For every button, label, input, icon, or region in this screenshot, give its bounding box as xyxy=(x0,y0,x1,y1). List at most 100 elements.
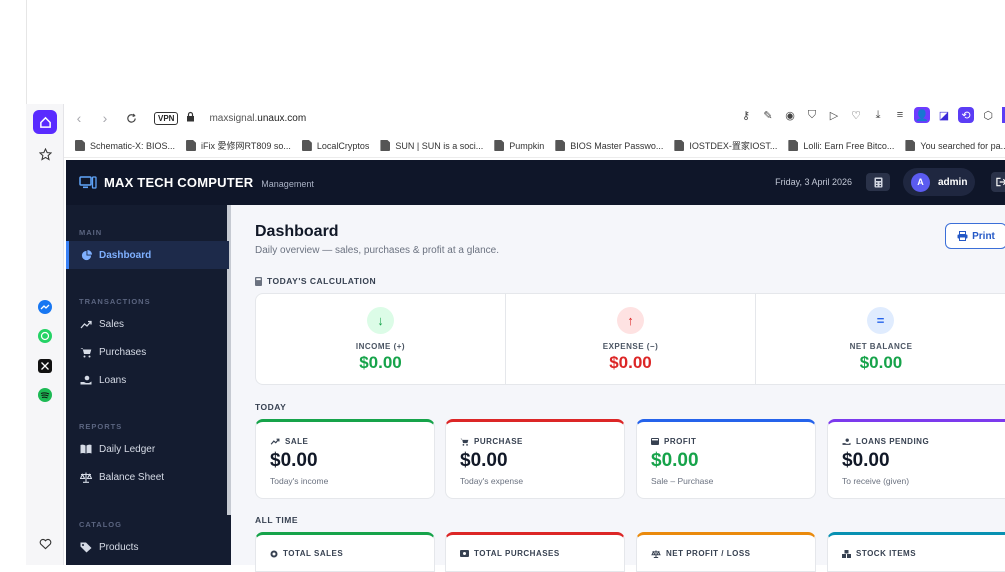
sidebar-item-label: Products xyxy=(99,542,138,553)
bookmark-favicon-icon xyxy=(555,140,565,151)
back-icon[interactable]: ‹ xyxy=(68,107,90,129)
sidebar-item-label: Sales xyxy=(99,319,124,330)
whatsapp-icon[interactable] xyxy=(33,324,57,348)
reload-icon[interactable] xyxy=(120,107,142,129)
card-title: STOCK ITEMS xyxy=(856,549,916,558)
card-title: LOANS PENDING xyxy=(856,437,929,446)
card-header: SALE xyxy=(270,437,308,446)
tag-icon xyxy=(80,541,92,553)
bookmark-item[interactable]: SUN | SUN is a soci... xyxy=(380,140,483,151)
card-header: STOCK ITEMS xyxy=(842,549,916,558)
card-title: TOTAL PURCHASES xyxy=(474,549,560,558)
profile-icon[interactable]: 👤 xyxy=(914,107,930,123)
calculator-button[interactable] xyxy=(866,173,890,191)
lock-icon[interactable] xyxy=(186,109,195,127)
download-icon[interactable]: ⤓ xyxy=(870,107,886,123)
sidebar-item-products[interactable]: Products xyxy=(66,533,229,561)
sidebar-item-loans[interactable]: Loans xyxy=(66,366,229,394)
card-title: PURCHASE xyxy=(474,437,523,446)
pie-chart-icon xyxy=(80,249,92,261)
calc-net-balance: = NET BALANCE $0.00 xyxy=(756,294,1005,384)
card-header: PURCHASE xyxy=(460,437,523,446)
bookmark-favicon-icon xyxy=(494,140,504,151)
card-profit[interactable]: PROFIT $0.00 Sale – Purchase xyxy=(636,419,816,499)
sidebar-item-daily-ledger[interactable]: Daily Ledger xyxy=(66,435,229,463)
card-sale[interactable]: SALE $0.00 Today's income xyxy=(255,419,435,499)
messenger-icon[interactable] xyxy=(33,295,57,319)
card-header: NET PROFIT / LOSS xyxy=(651,549,751,558)
page-title: Dashboard xyxy=(255,223,339,241)
sidebar-item-label: Purchases xyxy=(99,347,146,358)
card-stock-items[interactable]: STOCK ITEMS xyxy=(827,532,1005,572)
card-total-sales[interactable]: TOTAL SALES xyxy=(255,532,435,572)
card-value: $0.00 xyxy=(270,450,318,472)
section-transactions: TRANSACTIONS xyxy=(79,297,151,306)
equals-icon: = xyxy=(867,307,894,334)
print-label: Print xyxy=(972,231,995,242)
heart-icon[interactable] xyxy=(33,532,57,556)
sidebar-item-label: Dashboard xyxy=(99,250,151,261)
coins-icon xyxy=(270,550,278,558)
heart-outline-icon[interactable]: ♡ xyxy=(848,107,864,123)
card-total-purchases[interactable]: TOTAL PURCHASES xyxy=(445,532,625,572)
bookmark-item[interactable]: Schematic-X: BIOS... xyxy=(75,140,175,151)
extension-icon[interactable]: ◪ xyxy=(936,107,952,123)
sidebar-item-dashboard[interactable]: Dashboard xyxy=(66,241,229,269)
shield-icon[interactable]: ⛉ xyxy=(804,107,820,123)
edit-icon[interactable]: ✎ xyxy=(760,107,776,123)
today-heading: TODAY xyxy=(255,402,286,412)
forward-icon[interactable]: › xyxy=(94,107,116,129)
bookmark-item[interactable]: Lolli: Earn Free Bitco... xyxy=(788,140,894,151)
star-icon[interactable] xyxy=(33,142,57,166)
scale-icon xyxy=(80,471,92,483)
home-icon[interactable] xyxy=(33,110,57,134)
section-catalog: CATALOG xyxy=(79,520,122,529)
key-icon[interactable]: ⚷ xyxy=(738,107,754,123)
url-field[interactable]: maxsignal.unaux.com xyxy=(209,113,306,124)
spotify-icon[interactable] xyxy=(33,383,57,407)
card-subtext: Today's income xyxy=(270,476,328,486)
card-title: NET PROFIT / LOSS xyxy=(666,549,751,558)
card-subtext: Today's expense xyxy=(460,476,523,486)
book-icon xyxy=(80,443,92,455)
bookmark-item[interactable]: IOSTDEX-置家IOST... xyxy=(674,139,777,152)
calc-value: $0.00 xyxy=(756,353,1005,373)
card-title: TOTAL SALES xyxy=(283,549,343,558)
camera-icon[interactable]: ◉ xyxy=(782,107,798,123)
bookmark-favicon-icon xyxy=(380,140,390,151)
extension-2-icon[interactable]: ⟲ xyxy=(958,107,974,123)
vpn-badge[interactable]: VPN xyxy=(154,112,178,125)
cart-icon xyxy=(460,438,469,446)
card-value: $0.00 xyxy=(460,450,508,472)
toolbar-actions: ⚷ ✎ ◉ ⛉ ▷ ♡ ⤓ ≡ 👤 ◪ ⟲ ⬡ xyxy=(738,107,1005,123)
card-net-profit-loss[interactable]: NET PROFIT / LOSS xyxy=(636,532,816,572)
sidebar-item-sales[interactable]: Sales xyxy=(66,310,229,338)
sidebar-item-balance-sheet[interactable]: Balance Sheet xyxy=(66,463,229,491)
calc-expense: ↑ EXPENSE (−) $0.00 xyxy=(506,294,756,384)
bookmark-favicon-icon xyxy=(75,140,85,151)
sidebar-item-purchases[interactable]: Purchases xyxy=(66,338,229,366)
header-date: Friday, 3 April 2026 xyxy=(775,177,852,187)
bookmark-label: You searched for pa... xyxy=(920,141,1005,151)
card-title: SALE xyxy=(285,437,308,446)
calc-label: EXPENSE (−) xyxy=(506,342,755,351)
print-button[interactable]: Print xyxy=(945,223,1005,249)
card-header: PROFIT xyxy=(651,437,696,446)
x-icon[interactable] xyxy=(33,354,57,378)
card-value: $0.00 xyxy=(651,450,699,472)
card-loans-pending[interactable]: LOANS PENDING $0.00 To receive (given) xyxy=(827,419,1005,499)
bookmark-item[interactable]: iFix 愛修网RT809 so... xyxy=(186,139,291,152)
bookmark-item[interactable]: BIOS Master Passwo... xyxy=(555,140,663,151)
calc-heading: TODAY'S CALCULATION xyxy=(255,276,376,286)
bookmark-item[interactable]: Pumpkin xyxy=(494,140,544,151)
card-purchase[interactable]: PURCHASE $0.00 Today's expense xyxy=(445,419,625,499)
logout-button[interactable] xyxy=(991,172,1005,192)
bookmark-item[interactable]: You searched for pa... xyxy=(905,140,1005,151)
cube-icon[interactable]: ⬡ xyxy=(980,107,996,123)
play-icon[interactable]: ▷ xyxy=(826,107,842,123)
user-menu[interactable]: A admin xyxy=(903,168,975,196)
card-header: TOTAL PURCHASES xyxy=(460,549,560,558)
calculator-small-icon xyxy=(255,277,262,286)
menu-icon[interactable]: ≡ xyxy=(892,107,908,123)
bookmark-item[interactable]: LocalCryptos xyxy=(302,140,370,151)
